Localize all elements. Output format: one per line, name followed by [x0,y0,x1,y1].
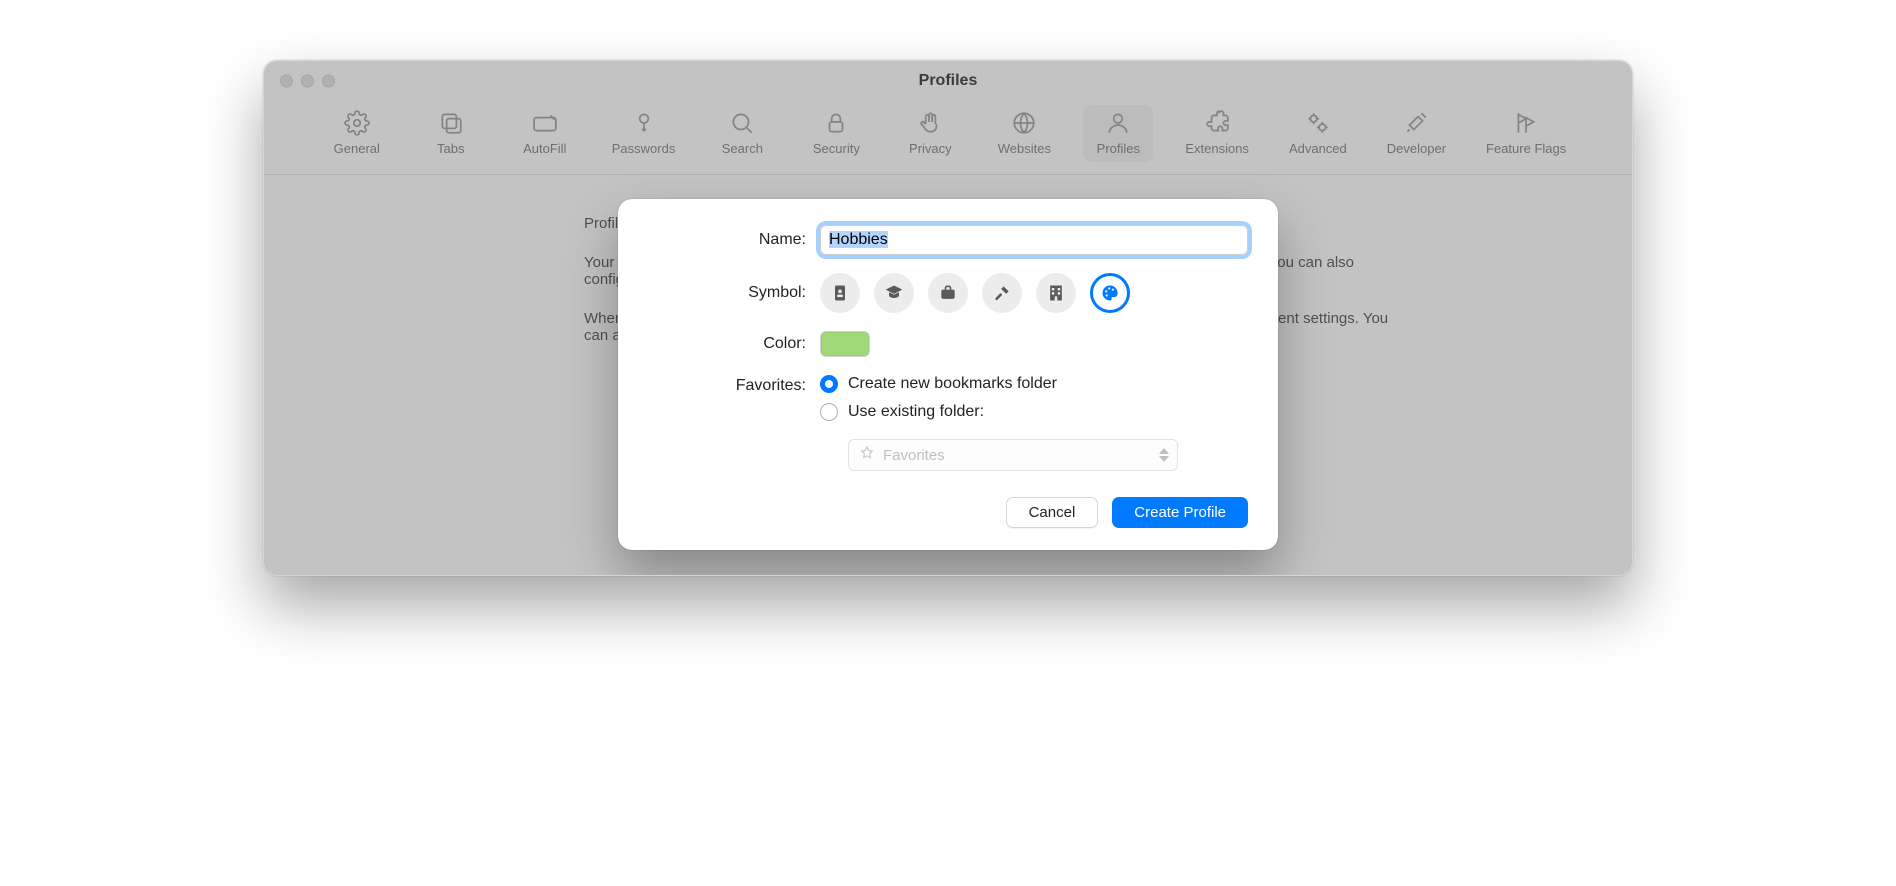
key-icon [630,109,658,137]
symbol-option-briefcase[interactable] [928,273,968,313]
gear-icon [343,109,371,137]
toolbar-label: Extensions [1185,141,1249,156]
color-label: Color: [648,335,820,353]
flags-icon [1512,109,1540,137]
toolbar-label: Profiles [1097,141,1140,156]
person-icon [1104,109,1132,137]
profile-name-field[interactable]: Hobbies [820,225,1248,255]
dropdown-value: Favorites [883,447,945,464]
toolbar-label: Tabs [437,141,464,156]
profile-name-value: Hobbies [829,231,888,248]
toolbar-label: Developer [1387,141,1446,156]
hand-icon [916,109,944,137]
toolbar-item-profiles[interactable]: Profiles [1083,105,1153,162]
building-icon [1046,283,1066,303]
graduation-cap-icon [884,283,904,303]
toolbar-item-advanced[interactable]: Advanced [1281,105,1355,162]
traffic-lights [280,75,335,88]
lock-icon [822,109,850,137]
window-title: Profiles [919,72,978,90]
id-card-icon [830,283,850,303]
tabs-icon [437,109,465,137]
toolbar-item-extensions[interactable]: Extensions [1177,105,1257,162]
zoom-window-button[interactable] [322,75,335,88]
toolbar-item-passwords[interactable]: Passwords [604,105,684,162]
radio-use-existing-label: Use existing folder: [848,403,984,421]
toolbar-item-search[interactable]: Search [707,105,777,162]
cancel-button[interactable]: Cancel [1006,497,1099,528]
radio-create-new-folder[interactable] [820,375,838,393]
toolbar-label: Feature Flags [1486,141,1566,156]
close-window-button[interactable] [280,75,293,88]
globe-icon [1010,109,1038,137]
profile-color-well[interactable] [820,331,870,357]
preferences-toolbar: General Tabs AutoFill Passwords Search [264,101,1632,175]
symbol-option-id-card[interactable] [820,273,860,313]
toolbar-item-privacy[interactable]: Privacy [895,105,965,162]
toolbar-item-autofill[interactable]: AutoFill [510,105,580,162]
toolbar-label: Privacy [909,141,952,156]
preferences-window: Profiles General Tabs AutoFill Password [263,60,1633,576]
toolbar-item-websites[interactable]: Websites [989,105,1059,162]
toolbar-label: Search [722,141,763,156]
toolbar-item-feature-flags[interactable]: Feature Flags [1478,105,1574,162]
toolbar-item-security[interactable]: Security [801,105,871,162]
palette-icon [1100,283,1120,303]
radio-use-existing-folder[interactable] [820,403,838,421]
symbol-option-palette[interactable] [1090,273,1130,313]
toolbar-label: General [334,141,380,156]
tools-icon [1402,109,1430,137]
puzzle-icon [1203,109,1231,137]
name-label: Name: [648,231,820,249]
symbol-option-hammer[interactable] [982,273,1022,313]
toolbar-label: AutoFill [523,141,566,156]
hammer-icon [992,283,1012,303]
autofill-icon [531,109,559,137]
symbol-option-graduation-cap[interactable] [874,273,914,313]
gears-icon [1304,109,1332,137]
minimize-window-button[interactable] [301,75,314,88]
favorites-label: Favorites: [648,375,820,395]
toolbar-item-tabs[interactable]: Tabs [416,105,486,162]
toolbar-label: Passwords [612,141,676,156]
stepper-arrows-icon [1159,448,1169,462]
toolbar-label: Security [813,141,860,156]
symbol-option-building[interactable] [1036,273,1076,313]
briefcase-icon [938,283,958,303]
create-profile-sheet: Name: Hobbies Symbol: [618,199,1278,550]
symbol-label: Symbol: [648,284,820,302]
toolbar-label: Websites [998,141,1051,156]
toolbar-item-developer[interactable]: Developer [1379,105,1454,162]
search-icon [728,109,756,137]
radio-create-new-label: Create new bookmarks folder [848,375,1057,393]
toolbar-item-general[interactable]: General [322,105,392,162]
existing-folder-dropdown[interactable]: Favorites [848,439,1178,471]
create-profile-button[interactable]: Create Profile [1112,497,1248,528]
toolbar-label: Advanced [1289,141,1347,156]
star-icon [859,445,875,465]
titlebar: Profiles [264,61,1632,101]
